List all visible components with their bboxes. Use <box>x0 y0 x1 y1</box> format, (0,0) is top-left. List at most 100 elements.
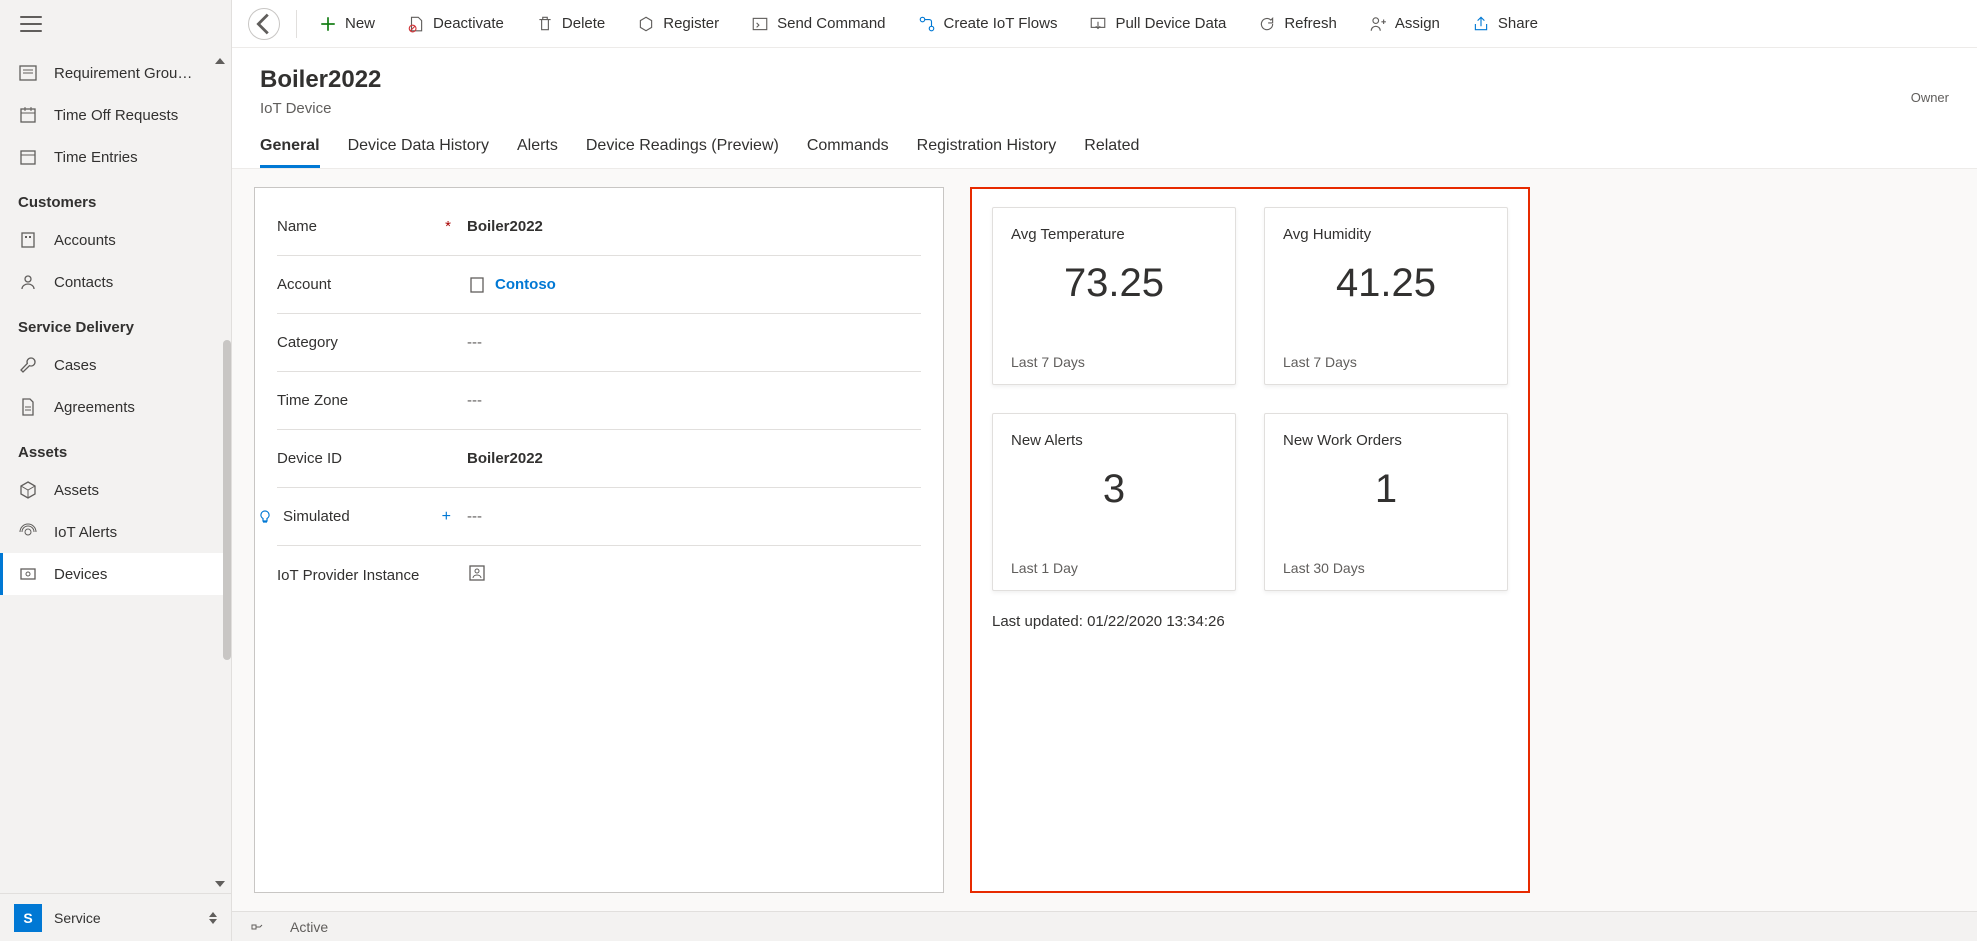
btn-label: Share <box>1498 15 1538 32</box>
building-icon <box>467 275 487 295</box>
tab-device-data-history[interactable]: Device Data History <box>348 137 489 168</box>
sidebar-item-time-off-requests[interactable]: Time Off Requests <box>0 94 231 136</box>
scroll-down-icon[interactable] <box>215 881 225 887</box>
owner-label: Owner <box>1911 66 1949 105</box>
send-command-button[interactable]: Send Command <box>737 6 899 42</box>
plus-icon <box>319 15 337 33</box>
field-timezone[interactable]: Time Zone --- <box>277 372 921 430</box>
sidebar-item-time-entries[interactable]: Time Entries <box>0 136 231 178</box>
back-button[interactable] <box>248 8 280 40</box>
label: IoT Provider Instance <box>277 567 419 584</box>
tab-registration-history[interactable]: Registration History <box>917 137 1057 168</box>
download-icon <box>1089 15 1107 33</box>
delete-button[interactable]: Delete <box>522 6 619 42</box>
sidebar-item-requirement-groups[interactable]: Requirement Grou… <box>0 52 231 94</box>
sidebar-item-accounts[interactable]: Accounts <box>0 219 231 261</box>
label: Time Zone <box>277 392 348 409</box>
deactivate-icon <box>407 15 425 33</box>
btn-label: Delete <box>562 15 605 32</box>
label: Device ID <box>277 450 342 467</box>
card-value: 41.25 <box>1283 261 1489 306</box>
tab-commands[interactable]: Commands <box>807 137 889 168</box>
list-icon <box>18 63 38 83</box>
status-text: Active <box>290 919 328 935</box>
card-value: 73.25 <box>1011 261 1217 306</box>
card-sub: Last 7 Days <box>1283 354 1489 370</box>
field-device-id[interactable]: Device ID Boiler2022 <box>277 430 921 488</box>
nav-label: Accounts <box>54 232 116 249</box>
area-label: Service <box>54 910 101 926</box>
label: Simulated <box>283 508 350 525</box>
btn-label: Create IoT Flows <box>944 15 1058 32</box>
sidebar: Requirement Grou… Time Off Requests Time… <box>0 0 232 941</box>
field-account[interactable]: Account Contoso <box>277 256 921 314</box>
tab-general[interactable]: General <box>260 137 320 168</box>
nav-group-assets: Assets <box>0 428 231 469</box>
label: Category <box>277 334 338 351</box>
card-title: Avg Temperature <box>1011 226 1217 243</box>
sidebar-item-cases[interactable]: Cases <box>0 344 231 386</box>
main-content: New Deactivate Delete Register Send Comm… <box>232 0 1977 941</box>
nav-group-service-delivery: Service Delivery <box>0 303 231 344</box>
building-icon <box>18 230 38 250</box>
value: --- <box>467 508 921 525</box>
label: Name <box>277 218 317 235</box>
alert-icon <box>18 522 38 542</box>
provider-icon <box>467 563 487 583</box>
tabs: General Device Data History Alerts Devic… <box>232 117 1977 169</box>
card-sub: Last 1 Day <box>1011 560 1217 576</box>
calendar-icon <box>18 105 38 125</box>
sidebar-item-devices[interactable]: Devices <box>0 553 231 595</box>
scrollbar-thumb[interactable] <box>223 340 231 660</box>
updown-icon[interactable] <box>209 912 217 924</box>
area-switcher[interactable]: S Service <box>0 893 231 941</box>
link-text: Contoso <box>495 276 556 293</box>
field-iot-provider-instance[interactable]: IoT Provider Instance <box>277 546 921 604</box>
btn-label: Register <box>663 15 719 32</box>
card-value: 1 <box>1283 467 1489 512</box>
tab-device-readings[interactable]: Device Readings (Preview) <box>586 137 779 168</box>
btn-label: Pull Device Data <box>1115 15 1226 32</box>
sidebar-item-contacts[interactable]: Contacts <box>0 261 231 303</box>
sidebar-item-iot-alerts[interactable]: IoT Alerts <box>0 511 231 553</box>
calendar-icon <box>18 147 38 167</box>
create-iot-flows-button[interactable]: Create IoT Flows <box>904 6 1072 42</box>
nav-label: Agreements <box>54 399 135 416</box>
card-title: Avg Humidity <box>1283 226 1489 243</box>
status-bar: Active <box>232 911 1977 941</box>
cube-icon <box>18 480 38 500</box>
value[interactable]: Contoso <box>467 275 921 295</box>
field-name[interactable]: Name* Boiler2022 <box>277 198 921 256</box>
summary-panel: Avg Temperature 73.25 Last 7 Days Avg Hu… <box>970 187 1530 893</box>
field-simulated[interactable]: Simulated + --- <box>277 488 921 546</box>
form-panel: Name* Boiler2022 Account Contoso Categor… <box>254 187 944 893</box>
tab-alerts[interactable]: Alerts <box>517 137 558 168</box>
field-category[interactable]: Category --- <box>277 314 921 372</box>
sidebar-item-agreements[interactable]: Agreements <box>0 386 231 428</box>
nav-label: Devices <box>54 566 107 583</box>
assign-icon <box>1369 15 1387 33</box>
btn-label: Deactivate <box>433 15 504 32</box>
card-title: New Work Orders <box>1283 432 1489 449</box>
recommended-indicator: + <box>442 508 451 526</box>
trash-icon <box>536 15 554 33</box>
scroll-up-icon[interactable] <box>215 58 225 64</box>
record-subtitle: IoT Device <box>260 100 1911 117</box>
nav-label: IoT Alerts <box>54 524 117 541</box>
hamburger-menu-icon[interactable] <box>20 16 42 32</box>
assign-button[interactable]: Assign <box>1355 6 1454 42</box>
tab-related[interactable]: Related <box>1084 137 1139 168</box>
value: Boiler2022 <box>467 218 921 235</box>
refresh-button[interactable]: Refresh <box>1244 6 1351 42</box>
flow-status-icon <box>250 919 266 935</box>
new-button[interactable]: New <box>305 6 389 42</box>
nav-label: Requirement Grou… <box>54 65 192 82</box>
command-bar: New Deactivate Delete Register Send Comm… <box>232 0 1977 48</box>
value <box>467 563 921 587</box>
share-button[interactable]: Share <box>1458 6 1552 42</box>
sidebar-item-assets[interactable]: Assets <box>0 469 231 511</box>
pull-device-data-button[interactable]: Pull Device Data <box>1075 6 1240 42</box>
register-button[interactable]: Register <box>623 6 733 42</box>
separator <box>296 10 297 38</box>
deactivate-button[interactable]: Deactivate <box>393 6 518 42</box>
